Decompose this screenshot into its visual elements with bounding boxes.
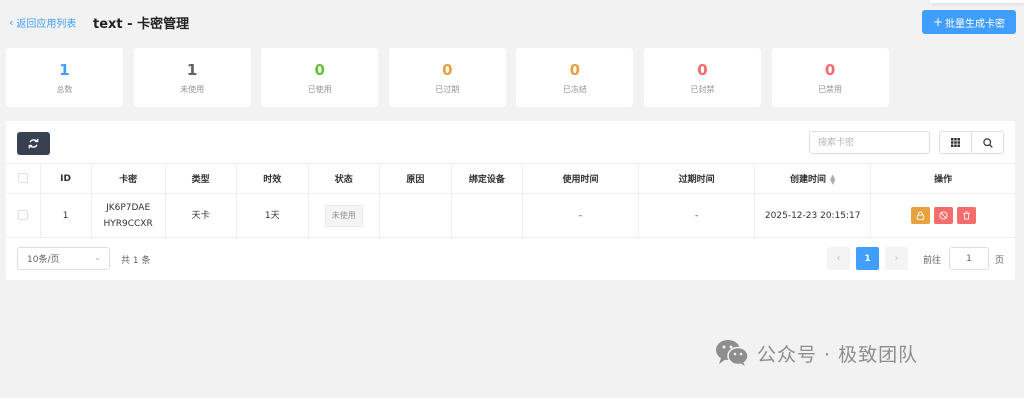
cell-created-time: 2025-12-23 20:15:17 [754, 193, 872, 238]
column-header: 绑定设备 [451, 163, 523, 194]
select-all-checkbox[interactable] [17, 173, 28, 184]
batch-generate-label: 批量生成卡密 [945, 18, 1006, 30]
card-table-panel: ID 卡密 类型 时效 状态 原因 绑定设备 使用时间 过期时间 创建时间▲▼ … [6, 121, 1015, 280]
page-unit-label: 页 [995, 256, 1005, 266]
sort-icon[interactable]: ▲ ▼ [830, 173, 835, 185]
cell-duration: 1天 [236, 193, 309, 238]
current-page-button[interactable]: 1 [856, 247, 879, 270]
select-all-cell[interactable] [6, 163, 41, 194]
search-input[interactable] [809, 131, 930, 154]
column-header: 操作 [870, 163, 1015, 194]
row-actions [871, 207, 1015, 224]
page-size-select[interactable]: 10条/页 ⌄ [17, 247, 110, 270]
card-table: ID 卡密 类型 时效 状态 原因 绑定设备 使用时间 过期时间 创建时间 ▲ ▼ … [6, 163, 1015, 238]
delete-button[interactable] [956, 207, 976, 224]
stat-card-unused: 1 未使用 [133, 48, 251, 107]
column-header: 类型 [165, 163, 237, 194]
stat-card-used: 0 已使用 [261, 48, 379, 107]
freeze-button[interactable] [910, 207, 930, 224]
table-row: 1 JK6P7DAE HYR9CCXR 天卡 1天 未使用 - - 2025-1… [6, 193, 1015, 238]
watermark: 公众号 · 极致团队 [715, 339, 918, 367]
stat-value: 1 [186, 61, 198, 79]
row-checkbox[interactable] [17, 210, 28, 220]
lock-icon [916, 211, 924, 220]
search-button[interactable] [971, 131, 1004, 154]
chevron-left-icon: ‹ [9, 16, 14, 29]
plus-icon: + [932, 15, 944, 29]
next-page-button[interactable]: › [885, 247, 908, 270]
stat-card-total: 1 总数 [6, 48, 123, 107]
column-toggle-button[interactable] [939, 131, 972, 154]
stat-card-disabled: 0 已禁用 [771, 48, 889, 107]
column-header: 原因 [379, 163, 452, 194]
stat-label: 已过期 [435, 85, 460, 94]
batch-generate-button[interactable]: + 批量生成卡密 [922, 10, 1016, 34]
back-to-app-list-link[interactable]: ‹ 返回应用列表 [9, 15, 76, 30]
stat-value: 0 [824, 61, 836, 79]
refresh-icon [28, 138, 39, 149]
stat-card-expired: 0 已过期 [388, 48, 506, 107]
search-icon [982, 137, 993, 148]
stat-label: 总数 [56, 85, 73, 94]
column-header: 状态 [308, 163, 380, 194]
stat-value: 0 [442, 61, 453, 79]
goto-page-input[interactable] [949, 247, 989, 270]
stat-value: 0 [697, 61, 708, 79]
column-header-label: 创建时间 [790, 175, 827, 185]
cell-id: 1 [40, 193, 92, 238]
watermark-text: 公众号 · 极致团队 [757, 343, 919, 366]
cell-type: 天卡 [165, 193, 237, 238]
cell-status: 未使用 [308, 193, 380, 238]
stats-row: 1 总数 1 未使用 0 已使用 0 已过期 0 已冻结 0 已封禁 0 已禁用 [6, 48, 899, 107]
column-header: 卡密 [91, 163, 166, 194]
cell-device [451, 193, 523, 238]
grid-icon [951, 138, 960, 147]
column-header: 使用时间 [522, 163, 640, 194]
column-header: ID [40, 163, 92, 194]
row-select-cell[interactable] [6, 193, 41, 238]
ban-icon [939, 211, 948, 220]
stat-value: 0 [569, 61, 581, 79]
prev-page-button[interactable]: ‹ [827, 247, 850, 270]
stat-label: 已冻结 [562, 85, 587, 94]
page-header: ‹ 返回应用列表 text - 卡密管理 + 批量生成卡密 [0, 0, 1024, 44]
stat-value: 0 [314, 61, 325, 79]
cell-card-key: JK6P7DAE HYR9CCXR [91, 193, 166, 238]
stat-value: 1 [59, 61, 70, 79]
stat-label: 未使用 [180, 85, 205, 94]
cell-expire-time: - [638, 193, 756, 238]
column-header: 时效 [236, 163, 309, 194]
refresh-button[interactable] [17, 132, 50, 155]
chevron-left-icon: ‹ [836, 253, 841, 264]
page-title: text - 卡密管理 [93, 17, 190, 32]
table-header-row: ID 卡密 类型 时效 状态 原因 绑定设备 使用时间 过期时间 创建时间 ▲ ▼ … [6, 163, 1015, 194]
trash-icon [962, 211, 970, 220]
created-time-header[interactable]: 创建时间 ▲ ▼ [754, 163, 872, 194]
cell-used-time: - [522, 193, 640, 238]
goto-label: 前往 [923, 256, 942, 266]
cell-reason [379, 193, 452, 238]
total-count: 共 1 条 [121, 256, 151, 266]
stat-card-banned: 0 已封禁 [643, 48, 761, 107]
ban-button[interactable] [933, 207, 953, 224]
stat-card-frozen: 0 已冻结 [516, 48, 634, 107]
chevron-right-icon: › [894, 253, 899, 264]
chevron-down-icon: ⌄ [94, 253, 101, 262]
stat-label: 已禁用 [818, 85, 843, 94]
stat-label: 已使用 [307, 85, 332, 94]
stat-label: 已封禁 [690, 85, 715, 94]
top-edge-shadow [930, 0, 1024, 3]
cell-actions [870, 193, 1015, 238]
card-key-line-1: JK6P7DAE [106, 202, 151, 213]
page-size-value: 10条/页 [27, 255, 60, 265]
card-key-line-2: HYR9CCXR [103, 218, 153, 229]
wechat-icon [716, 340, 749, 366]
back-link-label: 返回应用列表 [16, 19, 77, 30]
pagination: 10条/页 ⌄ 共 1 条 ‹ 1 › 前往 页 [6, 247, 1015, 277]
status-badge: 未使用 [324, 204, 363, 227]
column-header: 过期时间 [638, 163, 756, 194]
